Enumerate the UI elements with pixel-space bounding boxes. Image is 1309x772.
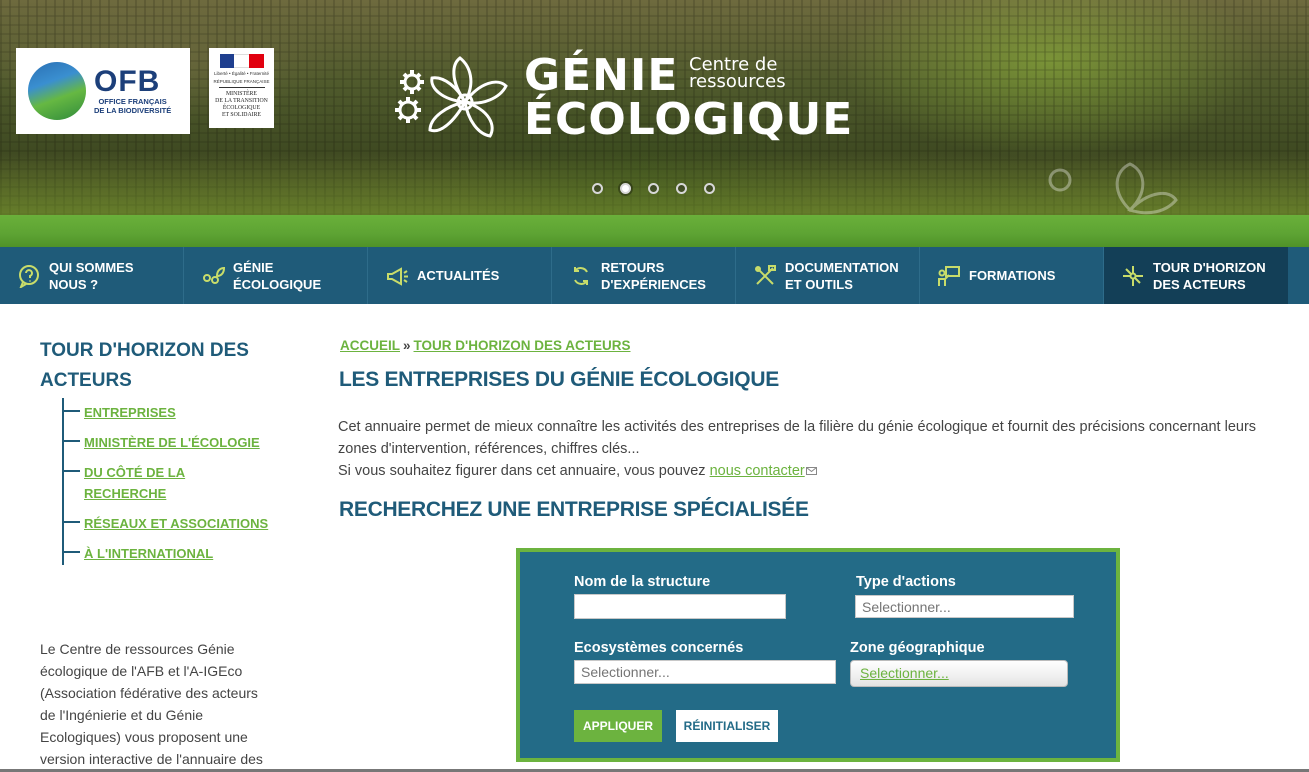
carousel-dot[interactable] xyxy=(592,183,603,194)
nav-item-formations[interactable]: FORMATIONS xyxy=(920,247,1104,304)
ministry-name-4: ET SOLIDAIRE xyxy=(221,112,262,118)
sidebar-note: Le Centre de ressources Génie écologique… xyxy=(40,641,263,767)
carousel-dot[interactable] xyxy=(648,183,659,194)
sidebar-link[interactable]: MINISTÈRE DE L'ÉCOLOGIE xyxy=(84,432,284,453)
french-flag-icon xyxy=(219,54,264,68)
nav-item-qui-sommes-nous[interactable]: QUI SOMMES NOUS ? xyxy=(0,247,184,304)
breadcrumb-home[interactable]: ACCUEIL xyxy=(340,338,400,353)
ministry-name-1: MINISTÈRE xyxy=(226,91,257,97)
nav-item-actualites[interactable]: ACTUALITÉS xyxy=(368,247,552,304)
breadcrumb: ACCUEIL» TOUR D'HORIZON DES ACTEURS xyxy=(340,338,631,353)
intro-text: Cet annuaire permet de mieux connaître l… xyxy=(338,416,1278,482)
ofb-subtitle-1: OFFICE FRANÇAIS xyxy=(98,97,167,106)
search-filter-panel: Nom de la structure Type d'actions Ecosy… xyxy=(516,548,1120,762)
ministry-name-3: ÉCOLOGIQUE xyxy=(222,105,261,111)
sidebar-title: TOUR D'HORIZON DES ACTEURS xyxy=(40,340,249,391)
carousel-dots xyxy=(592,183,715,194)
intro-contact-prefix: Si vous souhaitez figurer dans cet annua… xyxy=(338,463,710,479)
sidebar-item-recherche[interactable]: DU CÔTÉ DE LA RECHERCHE xyxy=(64,462,204,504)
hero-banner: OFB OFFICE FRANÇAIS DE LA BIODIVERSITÉ L… xyxy=(0,0,1309,215)
nav-label: GÉNIE ÉCOLOGIQUE xyxy=(233,259,322,292)
search-title: RECHERCHEZ UNE ENTREPRISE SPÉCIALISÉE xyxy=(339,498,809,521)
network-icon xyxy=(1123,265,1143,286)
question-bubble-icon xyxy=(19,264,39,288)
nav-label: DOCUMENTATION ET OUTILS xyxy=(785,259,899,292)
megaphone-icon xyxy=(387,266,408,286)
nav-label: TOUR D'HORIZON DES ACTEURS xyxy=(1153,259,1266,292)
mail-icon xyxy=(805,467,817,476)
ministry-republic: RÉPUBLIQUE FRANÇAISE xyxy=(213,79,270,84)
structure-name-label: Nom de la structure xyxy=(574,574,711,590)
zone-select-value: Selectionner... xyxy=(860,665,949,681)
gears-flower-icon xyxy=(395,56,508,138)
sidebar-item-reseaux[interactable]: RÉSEAUX ET ASSOCIATIONS xyxy=(64,513,284,534)
ofb-emblem-icon xyxy=(28,62,86,120)
ministry-motto: Liberté • Égalité • Fraternité xyxy=(214,71,269,76)
intro-contact-line: Si vous souhaitez figurer dans cet annua… xyxy=(338,460,1278,482)
page-title: LES ENTREPRISES DU GÉNIE ÉCOLOGIQUE xyxy=(339,368,779,391)
title-tagline: Centre de ressources xyxy=(689,54,786,92)
zone-label: Zone géographique xyxy=(850,640,985,656)
nav-label: ACTUALITÉS xyxy=(417,268,500,283)
carousel-dot[interactable] xyxy=(704,183,715,194)
ofb-logo[interactable]: OFB OFFICE FRANÇAIS DE LA BIODIVERSITÉ xyxy=(16,48,190,134)
tools-icon xyxy=(755,264,776,285)
structure-name-input[interactable] xyxy=(574,594,786,619)
sidebar-link[interactable]: À L'INTERNATIONAL xyxy=(84,543,284,564)
ecosystems-select[interactable] xyxy=(574,660,836,684)
carousel-dot-active[interactable] xyxy=(620,183,631,194)
main-nav: QUI SOMMES NOUS ? GÉNIE ÉCOLOGIQUE ACTUA… xyxy=(0,247,1309,304)
nav-label: FORMATIONS xyxy=(969,268,1056,283)
carousel-dot[interactable] xyxy=(676,183,687,194)
sidebar-link[interactable]: ENTREPRISES xyxy=(84,402,284,423)
gears-leaf-icon xyxy=(203,266,225,284)
decorative-flower-icon xyxy=(1048,162,1178,215)
nav-item-retours-experiences[interactable]: RETOURS D'EXPÉRIENCES xyxy=(552,247,736,304)
ministry-name-2: DE LA TRANSITION xyxy=(215,98,268,104)
breadcrumb-current[interactable]: TOUR D'HORIZON DES ACTEURS xyxy=(414,338,631,353)
zone-select[interactable]: Selectionner... xyxy=(850,660,1068,687)
action-type-label: Type d'actions xyxy=(856,574,956,590)
sidebar-item-ministere[interactable]: MINISTÈRE DE L'ÉCOLOGIE xyxy=(64,432,284,453)
action-type-select[interactable] xyxy=(855,595,1074,618)
apply-button[interactable]: APPLIQUER xyxy=(574,710,662,742)
reset-button[interactable]: RÉINITIALISER xyxy=(676,710,778,742)
ecosystems-label: Ecosystèmes concernés xyxy=(574,640,744,656)
contact-link[interactable]: nous contacter xyxy=(710,463,805,479)
green-band xyxy=(0,215,1309,247)
nav-item-genie-ecologique[interactable]: GÉNIE ÉCOLOGIQUE xyxy=(184,247,368,304)
title-ecologique: ÉCOLOGIQUE xyxy=(524,94,854,145)
breadcrumb-separator: » xyxy=(403,338,411,353)
sidebar-item-entreprises[interactable]: ENTREPRISES xyxy=(64,402,284,423)
sidebar-menu: ENTREPRISES MINISTÈRE DE L'ÉCOLOGIE DU C… xyxy=(62,398,302,565)
intro-paragraph: Cet annuaire permet de mieux connaître l… xyxy=(338,419,1257,457)
sidebar-item-international[interactable]: À L'INTERNATIONAL xyxy=(64,543,284,564)
sidebar-link[interactable]: DU CÔTÉ DE LA RECHERCHE xyxy=(84,462,204,504)
nav-label: QUI SOMMES NOUS ? xyxy=(49,259,134,292)
sidebar-link[interactable]: RÉSEAUX ET ASSOCIATIONS xyxy=(84,513,284,534)
ofb-subtitle-2: DE LA BIODIVERSITÉ xyxy=(94,106,172,115)
ministry-logo[interactable]: Liberté • Égalité • Fraternité RÉPUBLIQU… xyxy=(209,48,274,128)
nav-item-tour-horizon[interactable]: TOUR D'HORIZON DES ACTEURS xyxy=(1104,247,1288,304)
nav-item-documentation-outils[interactable]: DOCUMENTATION ET OUTILS xyxy=(736,247,920,304)
site-title[interactable]: GÉNIE Centre de ressources ÉCOLOGIQUE xyxy=(390,50,884,150)
ofb-acronym: OFB xyxy=(94,65,161,98)
nav-label: RETOURS D'EXPÉRIENCES xyxy=(601,259,706,292)
refresh-arrows-icon xyxy=(574,266,588,285)
presentation-icon xyxy=(938,265,960,286)
